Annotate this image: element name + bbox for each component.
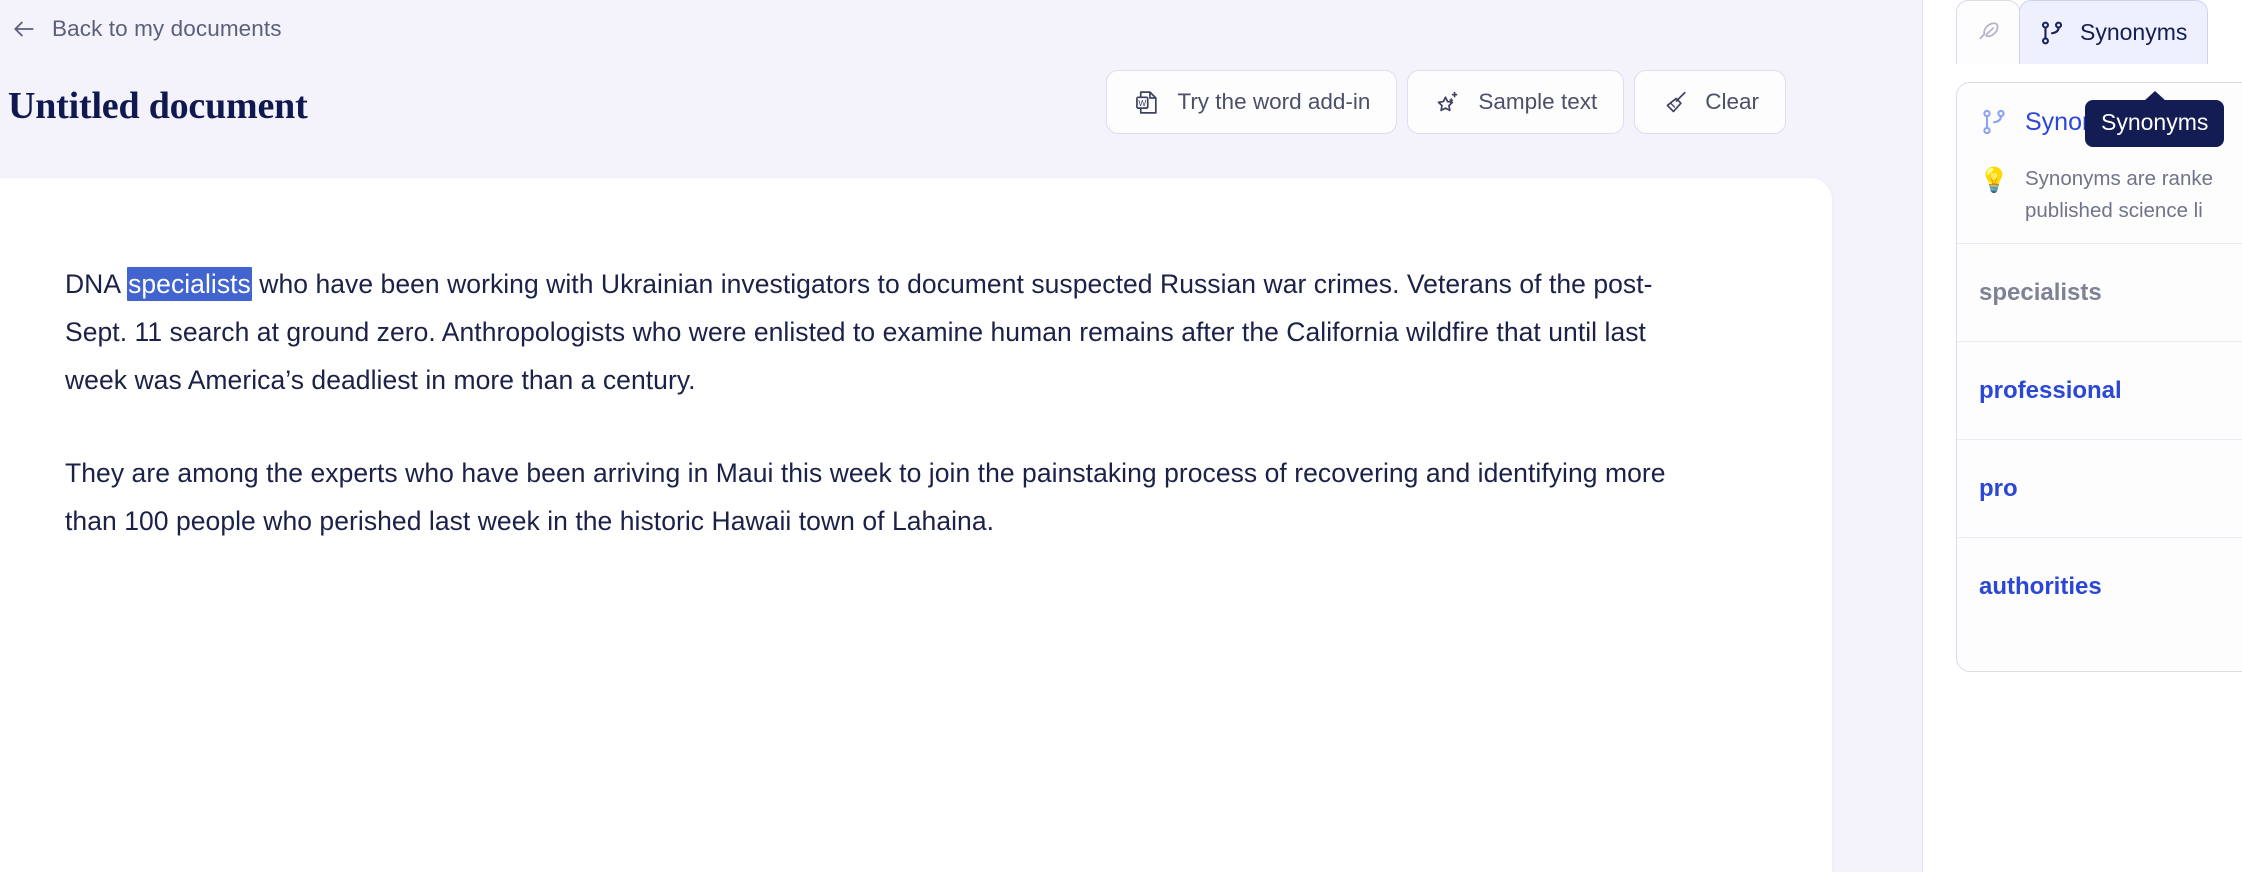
- branch-icon: [1979, 107, 2009, 137]
- synonyms-card: Synonyms for "s 💡 Synonyms are rankepubl…: [1956, 82, 2242, 672]
- branch-icon: [2038, 19, 2066, 47]
- sample-text-button[interactable]: Sample text: [1407, 70, 1625, 134]
- sparkle-star-icon: [1434, 88, 1462, 116]
- tab-synonyms[interactable]: Synonyms: [2019, 0, 2209, 64]
- word-document-icon: W: [1133, 88, 1161, 116]
- try-word-addin-button[interactable]: W Try the word add-in: [1106, 70, 1398, 134]
- synonym-row[interactable]: professional: [1957, 341, 2242, 439]
- back-to-documents-link[interactable]: Back to my documents: [10, 12, 282, 46]
- synonym-word: professional: [1979, 376, 2122, 404]
- clear-label: Clear: [1705, 89, 1759, 114]
- main-area: Back to my documents Untitled document W…: [0, 0, 1923, 872]
- paragraph-1-before: DNA: [65, 269, 128, 299]
- broom-icon: [1661, 88, 1689, 116]
- document-paragraph-1: DNA specialists who have been working wi…: [65, 260, 1695, 404]
- synonyms-hint-line-2: published science li: [2025, 199, 2203, 222]
- sample-text-label: Sample text: [1478, 89, 1598, 114]
- page-title: Untitled document: [8, 85, 308, 127]
- tab-writing-assistant[interactable]: [1956, 0, 2020, 64]
- synonyms-hint-line-1: Synonyms are ranke: [2025, 167, 2214, 190]
- app-root: Back to my documents Untitled document W…: [0, 0, 2242, 872]
- back-to-documents-label: Back to my documents: [52, 16, 282, 41]
- feather-icon: [1974, 19, 2002, 47]
- lightbulb-icon: 💡: [1979, 167, 2009, 194]
- panel-tab-strip: Synonyms: [1956, 0, 2209, 64]
- synonyms-tooltip: Synonyms: [2085, 100, 2225, 147]
- arrow-left-icon: [10, 15, 38, 43]
- tab-synonyms-label: Synonyms: [2080, 19, 2188, 45]
- synonym-row-current: specialists: [1957, 243, 2242, 341]
- selected-word[interactable]: specialists: [127, 267, 252, 301]
- document-paragraph-2: They are among the experts who have been…: [65, 458, 1666, 536]
- paragraph-1-after: who have been working with Ukrainian inv…: [65, 269, 1653, 395]
- synonym-row[interactable]: pro: [1957, 439, 2242, 537]
- synonym-word: pro: [1979, 474, 2018, 502]
- synonym-word: specialists: [1979, 278, 2102, 306]
- document-card: DNA specialists who have been working wi…: [0, 178, 1832, 872]
- synonym-word: authorities: [1979, 572, 2102, 600]
- document-editor[interactable]: DNA specialists who have been working wi…: [65, 260, 1695, 545]
- clear-button[interactable]: Clear: [1634, 70, 1786, 134]
- try-word-addin-label: Try the word add-in: [1177, 89, 1371, 114]
- synonyms-hint: Synonyms are ranke published science li: [2025, 163, 2213, 227]
- document-toolbar: W Try the word add-in Sample text Clear: [1106, 70, 1786, 134]
- synonym-row[interactable]: authorities: [1957, 537, 2242, 635]
- svg-text:W: W: [1138, 97, 1146, 107]
